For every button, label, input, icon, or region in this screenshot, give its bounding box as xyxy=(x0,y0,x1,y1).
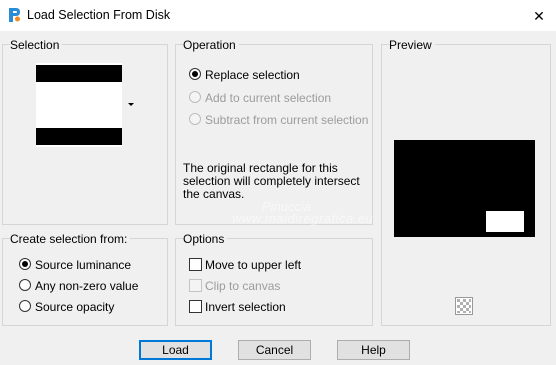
subtract-selection-radio[interactable] xyxy=(189,113,201,125)
preview-legend: Preview xyxy=(389,38,435,52)
source-opacity-radio[interactable] xyxy=(19,300,31,312)
source-luminance-radio[interactable] xyxy=(19,258,31,270)
help-button[interactable]: Help xyxy=(337,340,410,360)
close-icon: ✕ xyxy=(533,7,545,24)
options-legend: Options xyxy=(183,232,228,246)
move-to-upper-left-checkbox[interactable] xyxy=(189,258,202,271)
transparency-checker-icon[interactable] xyxy=(455,297,473,315)
clip-to-canvas-label[interactable]: Clip to canvas xyxy=(205,279,280,293)
thumbnail-bottom-band xyxy=(36,128,122,145)
source-opacity-label[interactable]: Source opacity xyxy=(35,300,114,314)
subtract-selection-label[interactable]: Subtract from current selection xyxy=(205,113,368,127)
intersect-info-text: The original rectangle for this selectio… xyxy=(183,161,360,201)
replace-selection-radio[interactable] xyxy=(189,68,201,80)
add-to-selection-label[interactable]: Add to current selection xyxy=(205,91,331,105)
title-bar: Load Selection From Disk ✕ xyxy=(0,0,556,31)
selection-thumbnail[interactable] xyxy=(36,63,122,147)
move-to-upper-left-label[interactable]: Move to upper left xyxy=(205,258,301,272)
any-non-zero-label[interactable]: Any non-zero value xyxy=(35,279,138,293)
cancel-button[interactable]: Cancel xyxy=(238,340,311,360)
dropdown-arrow-icon[interactable] xyxy=(128,103,134,106)
window-title: Load Selection From Disk xyxy=(27,8,171,22)
invert-selection-checkbox[interactable] xyxy=(189,300,202,313)
clip-to-canvas-checkbox[interactable] xyxy=(189,279,202,292)
create-from-legend: Create selection from: xyxy=(10,232,131,246)
operation-legend: Operation xyxy=(183,38,239,52)
load-button[interactable]: Load xyxy=(139,340,212,360)
thumbnail-top-band xyxy=(36,65,122,82)
invert-selection-label[interactable]: Invert selection xyxy=(205,300,286,314)
source-luminance-label[interactable]: Source luminance xyxy=(35,258,131,272)
preview-canvas xyxy=(394,140,535,237)
any-non-zero-radio[interactable] xyxy=(19,279,31,291)
replace-selection-label[interactable]: Replace selection xyxy=(205,68,300,82)
app-icon xyxy=(9,8,20,22)
add-to-selection-radio[interactable] xyxy=(189,91,201,103)
preview-selection-rect xyxy=(486,211,524,232)
close-button[interactable]: ✕ xyxy=(522,2,556,30)
selection-legend: Selection xyxy=(10,38,63,52)
